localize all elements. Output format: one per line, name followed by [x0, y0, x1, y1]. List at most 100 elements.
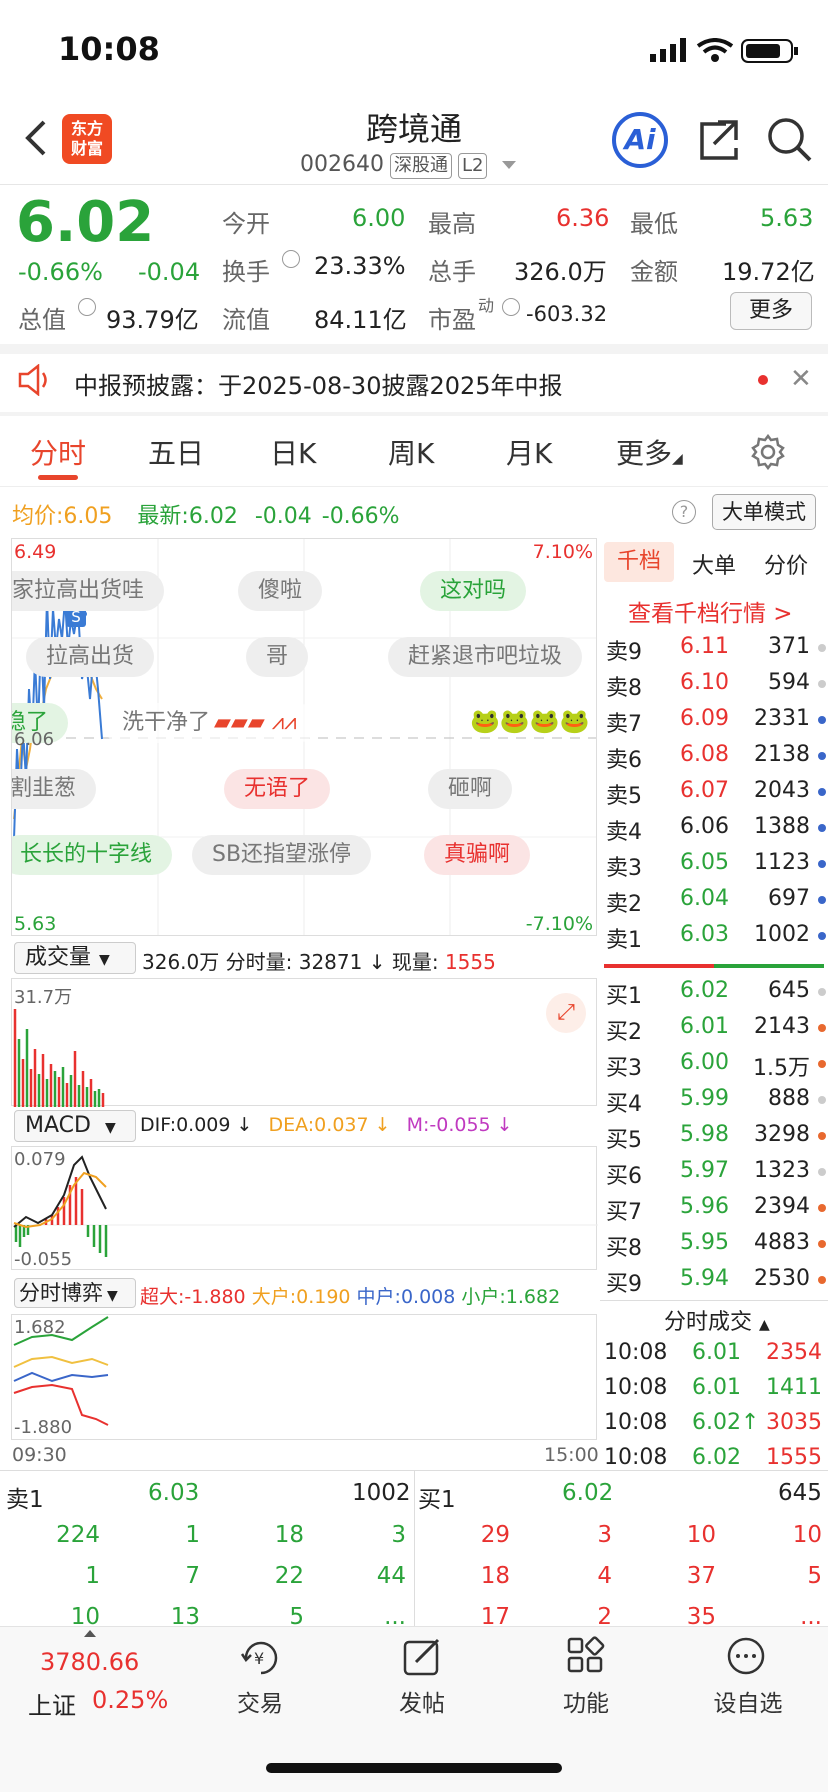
y-top-price: 6.49	[14, 541, 57, 563]
bid-dot	[818, 988, 826, 996]
barrage-item: SB还指望涨停	[192, 835, 372, 875]
help-icon[interactable]: ?	[672, 500, 696, 524]
barrage-item: 长长的十字线	[12, 835, 173, 875]
ask-row[interactable]: 卖1 6.03 1002	[604, 918, 828, 954]
tab-intraday[interactable]: 分时	[30, 432, 86, 472]
indicator-select-volume[interactable]: 成交量 ▼	[14, 942, 136, 974]
game-lines	[13, 1316, 109, 1426]
y-top-pct: 7.10%	[532, 541, 593, 563]
tick-row: 10:08 6.02 1555	[604, 1441, 828, 1477]
nav-trade[interactable]: 交易	[200, 1684, 320, 1718]
ask-row[interactable]: 卖9 6.11 371	[604, 630, 828, 666]
bid-label: 买1	[606, 984, 642, 1009]
ask-label: 卖1	[606, 928, 642, 953]
high-value: 6.36	[556, 204, 610, 232]
barrage-item: 哥	[246, 637, 309, 677]
bid-dot	[818, 1096, 826, 1104]
bid-volume: 2530	[754, 1266, 810, 1291]
tick-row: 10:08 6.01 2354	[604, 1336, 828, 1372]
queue-sell-cell: 7	[185, 1563, 200, 1589]
nav-post[interactable]: 发帖	[362, 1684, 482, 1718]
bid-row[interactable]: 买4 5.99 888	[604, 1082, 828, 1118]
ask-row[interactable]: 卖8 6.10 594	[604, 666, 828, 702]
settings-gear-icon[interactable]	[750, 434, 786, 470]
index-name[interactable]: 上证	[28, 1686, 76, 1721]
queue-sell-price: 6.03	[148, 1480, 200, 1506]
bid-row[interactable]: 买2 6.01 2143	[604, 1010, 828, 1046]
add-watchlist-icon[interactable]	[726, 1636, 768, 1678]
ask-label: 卖9	[606, 640, 642, 665]
search-icon[interactable]	[766, 116, 812, 164]
tick-time: 10:08	[604, 1445, 668, 1470]
bid-row[interactable]: 买8 5.95 4883	[604, 1226, 828, 1262]
bid-price: 5.97	[680, 1158, 729, 1183]
info-icon[interactable]	[78, 298, 96, 316]
game-max-label: 1.682	[14, 1317, 66, 1338]
function-grid-icon[interactable]	[566, 1636, 606, 1676]
time-start-label: 09:30	[12, 1444, 67, 1466]
stock-code-line[interactable]: 002640 深股通 L2	[300, 152, 517, 179]
tab-daily-k[interactable]: 日K	[270, 432, 316, 472]
trade-icon[interactable]: ¥	[240, 1638, 282, 1678]
more-button[interactable]: 更多	[730, 292, 812, 330]
ask-label: 卖5	[606, 784, 642, 809]
nav-add-watchlist[interactable]: 设自选	[688, 1684, 808, 1718]
bid-label: 买2	[606, 1020, 642, 1045]
nav-function[interactable]: 功能	[526, 1684, 646, 1718]
bid-row[interactable]: 买5 5.98 3298	[604, 1118, 828, 1154]
bid-row[interactable]: 买9 5.94 2530	[604, 1262, 828, 1298]
expand-up-icon[interactable]	[84, 1630, 96, 1637]
indicator-select-game[interactable]: 分时博弈 ▼	[14, 1278, 136, 1308]
ask-dot	[818, 824, 826, 832]
bid-row[interactable]: 买1 6.02 645	[604, 974, 828, 1010]
queue-sell-cell: 1	[185, 1522, 200, 1548]
volume-info: 326.0万 分时量: 32871 ↓ 现量: 1555	[142, 950, 496, 974]
bid-row[interactable]: 买7 5.96 2394	[604, 1190, 828, 1226]
ask-row[interactable]: 卖5 6.07 2043	[604, 774, 828, 810]
bid-price: 6.02	[680, 978, 729, 1003]
bid-dot	[818, 1060, 826, 1068]
post-icon[interactable]	[402, 1636, 444, 1678]
tab-big-order[interactable]: 大单	[692, 548, 736, 580]
bid-row[interactable]: 买3 6.00 1.5万	[604, 1046, 828, 1082]
ask-volume: 2043	[754, 778, 810, 803]
info-icon[interactable]	[502, 298, 520, 316]
share-icon[interactable]	[696, 118, 740, 162]
home-indicator	[266, 1763, 562, 1773]
l2-tag: L2	[457, 153, 488, 179]
tab-more[interactable]: 更多◢	[616, 432, 683, 472]
ask-row[interactable]: 卖3 6.05 1123	[604, 846, 828, 882]
tab-weekly-k[interactable]: 周K	[388, 432, 434, 472]
tab-monthly-k[interactable]: 月K	[506, 432, 552, 472]
expand-icon[interactable]: ⤢	[546, 993, 586, 1033]
macd-max-label: 0.079	[14, 1149, 66, 1170]
bid-price: 6.01	[680, 1014, 729, 1039]
notice-text[interactable]: 中报预披露：于2025-08-30披露2025年中报	[74, 366, 563, 401]
qiandang-link[interactable]: 查看千档行情 >	[628, 594, 793, 628]
macd-lines	[12, 1155, 598, 1257]
index-value[interactable]: 3780.66	[40, 1648, 139, 1676]
low-value: 5.63	[760, 204, 814, 232]
tab-5day[interactable]: 五日	[148, 432, 204, 472]
bid-price: 5.94	[680, 1266, 729, 1291]
ask-row[interactable]: 卖6 6.08 2138	[604, 738, 828, 774]
info-icon[interactable]	[282, 250, 300, 268]
ask-row[interactable]: 卖4 6.06 1388	[604, 810, 828, 846]
queue-sell-cell: 22	[274, 1563, 304, 1589]
big-order-mode-button[interactable]: 大单模式	[712, 494, 816, 530]
index-pct[interactable]: 0.25%	[92, 1686, 168, 1714]
ticks-header[interactable]: 分时成交 ▲	[664, 1304, 770, 1336]
ask-row[interactable]: 卖2 6.04 697	[604, 882, 828, 918]
barrage-item: 家拉高出货哇	[12, 571, 165, 611]
tab-qiandang[interactable]: 千档	[604, 542, 674, 582]
ask-volume: 1388	[754, 814, 810, 839]
bid-price: 5.98	[680, 1122, 729, 1147]
ai-button[interactable]: Ai	[612, 112, 668, 168]
indicator-select-macd[interactable]: MACD ▼	[14, 1110, 136, 1142]
intraday-chart[interactable]: S 家拉高出货哇 傻啦 这对吗 拉高出货 哥 赶紧退市吧垃圾 稳了 洗干净了▰▰…	[11, 538, 597, 936]
close-icon[interactable]: ✕	[790, 364, 812, 394]
ask-row[interactable]: 卖7 6.09 2331	[604, 702, 828, 738]
tick-price: 6.02↑	[692, 1410, 760, 1435]
tab-price-dist[interactable]: 分价	[764, 548, 808, 580]
bid-row[interactable]: 买6 5.97 1323	[604, 1154, 828, 1190]
